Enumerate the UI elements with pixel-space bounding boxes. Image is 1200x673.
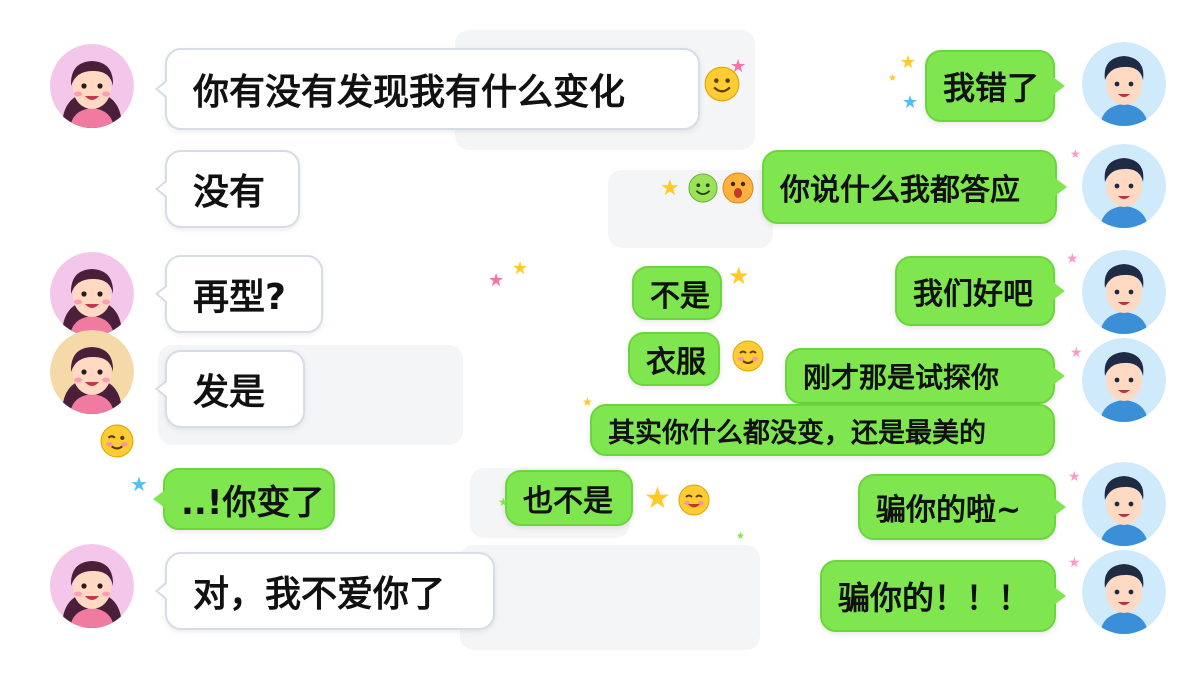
- star-icon: ★: [130, 472, 148, 496]
- smiling-face-emoji-icon: [688, 173, 718, 203]
- blushing-face-emoji-icon: [732, 340, 764, 372]
- background-panel: [460, 545, 760, 650]
- boy-message-bubble: 我们好吧: [895, 256, 1065, 326]
- middle-message-bubble: 衣服: [628, 332, 720, 386]
- star-icon: ★: [900, 52, 917, 73]
- star-icon: ★: [1068, 469, 1081, 485]
- message-text: 再型?: [193, 277, 286, 318]
- star-icon: ★: [488, 270, 505, 291]
- girl-message-bubble: 没有: [155, 150, 300, 228]
- star-icon: ★: [888, 73, 897, 84]
- message-text: 我错了: [943, 69, 1040, 107]
- message-text: 你有没有发现我有什么变化: [193, 72, 626, 113]
- boy-message-bubble: 刚才那是试探你: [785, 348, 1065, 404]
- girl-avatar: [50, 252, 134, 336]
- boy-avatar: [1082, 144, 1166, 228]
- message-text: 你说什么我都答应: [780, 173, 1020, 208]
- star-icon: ★: [512, 258, 529, 279]
- girl-avatar: [50, 330, 134, 414]
- boy-avatar: [1082, 250, 1166, 334]
- message-text: 骗你的！！！: [838, 579, 1031, 617]
- star-icon: ★: [902, 92, 919, 113]
- blushing-face-emoji-icon: [678, 484, 710, 516]
- boy-avatar: [1082, 338, 1166, 422]
- boy-message-bubble: 骗你的啦~: [858, 474, 1066, 540]
- middle-message-bubble: 不是: [632, 266, 722, 320]
- message-text: ..!你变了: [181, 482, 325, 523]
- star-icon: ★: [1068, 555, 1081, 571]
- star-icon: ★: [644, 481, 671, 516]
- girl-avatar: [50, 544, 134, 628]
- shocked-face-emoji-icon: [722, 172, 754, 204]
- star-icon: ★: [1070, 345, 1083, 361]
- message-text: 我们好吧: [913, 277, 1033, 312]
- message-text: 骗你的啦~: [876, 493, 1022, 528]
- star-icon: ★: [728, 262, 750, 290]
- boy-avatar: [1082, 462, 1166, 546]
- star-icon: ★: [1070, 147, 1081, 161]
- message-text: 发是: [193, 372, 266, 413]
- star-icon: ★: [1066, 251, 1079, 267]
- boy-message-bubble: 你说什么我都答应: [762, 150, 1067, 224]
- boy-message-bubble: 其实你什么都没变，还是最美的: [590, 404, 1055, 456]
- boy-message-bubble: 我错了: [925, 50, 1065, 122]
- girl-avatar: [50, 44, 134, 128]
- boy-avatar: [1082, 550, 1166, 634]
- middle-message-bubble: 也不是: [505, 470, 633, 526]
- message-text: 没有: [193, 172, 266, 213]
- boy-message-bubble: 骗你的！！！: [820, 560, 1066, 632]
- message-text: 对，我不爱你了: [193, 574, 446, 615]
- message-text: 衣服: [646, 345, 706, 380]
- girl-message-bubble: 再型?: [155, 255, 323, 333]
- girl-message-bubble: 你有没有发现我有什么变化: [155, 48, 700, 130]
- message-text: 其实你什么都没变，还是最美的: [608, 417, 986, 449]
- star-icon: ★: [498, 495, 509, 509]
- message-text: 也不是: [523, 484, 613, 519]
- girl-message-bubble: 对，我不爱你了: [155, 552, 495, 630]
- blushing-face-emoji-icon: [100, 424, 134, 458]
- girl-message-bubble: 发是: [155, 350, 305, 428]
- star-icon: ★: [582, 395, 593, 409]
- star-icon: ★: [660, 176, 680, 201]
- message-text: 不是: [650, 279, 710, 314]
- message-text: 刚才那是试探你: [803, 361, 1000, 394]
- star-icon: ★: [730, 56, 747, 77]
- boy-avatar: [1082, 42, 1166, 126]
- star-icon: ★: [736, 531, 745, 542]
- girl-message-bubble-green: ..!你变了: [153, 468, 335, 530]
